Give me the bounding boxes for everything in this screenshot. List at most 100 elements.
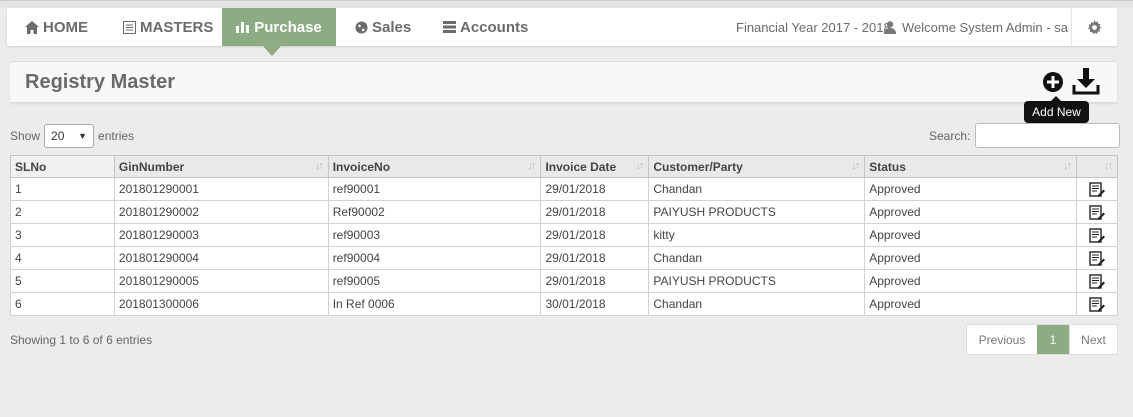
status-cell: Approved <box>864 200 1077 224</box>
page-title: Registry Master <box>25 71 176 93</box>
next-button[interactable]: Next <box>1069 325 1117 354</box>
edit-icon[interactable] <box>1089 250 1105 266</box>
column-header-invoiceno[interactable]: InvoiceNo ↓↑ <box>327 155 542 178</box>
column-header-slno[interactable]: SLNo <box>10 155 115 178</box>
customer-cell: kitty <box>648 223 866 247</box>
slno-cell: 5 <box>10 269 115 293</box>
main-navbar: HOME MASTERS Purchase Sales Accounts Fin… <box>7 8 1117 46</box>
gin-number-cell: 201801290003 <box>113 223 329 247</box>
nav-purchase[interactable]: Purchase <box>222 8 336 46</box>
action-cell <box>1075 269 1119 293</box>
table-row: 1 201801290001 ref90001 29/01/2018 Chandan Ap… <box>10 177 1119 201</box>
action-cell <box>1075 200 1119 224</box>
invoice-date-cell: 29/01/2018 <box>540 223 650 247</box>
column-header-customer[interactable]: Customer/Party ↓↑ <box>648 155 866 178</box>
invoice-date-cell: 29/01/2018 <box>540 246 650 270</box>
gin-number-cell: 201801290005 <box>113 269 329 293</box>
slno-cell: 6 <box>10 292 115 316</box>
edit-icon[interactable] <box>1089 227 1105 243</box>
entries-control: Show 20 ▼ entries <box>10 124 134 148</box>
invoice-no-cell: In Ref 0006 <box>327 292 542 316</box>
table-row: 5 201801290005 ref90005 29/01/2018 PAIYUSH P… <box>10 269 1119 293</box>
table-row: 3 201801290003 ref90003 29/01/2018 kitty Appr… <box>10 223 1119 247</box>
settings-button[interactable] <box>1071 8 1117 46</box>
browser-top-strip <box>0 0 1133 8</box>
user-menu[interactable]: Welcome System Admin - sa <box>884 8 1068 46</box>
show-label: Show <box>10 129 41 143</box>
entries-select[interactable]: 20 ▼ <box>44 124 95 148</box>
column-header-action[interactable]: ↓↑ <box>1075 155 1119 178</box>
download-icon[interactable] <box>1072 67 1100 95</box>
sort-icon: ↓↑ <box>314 160 324 172</box>
customer-cell: PAIYUSH PRODUCTS <box>648 269 866 293</box>
invoice-no-cell: Ref90002 <box>327 200 542 224</box>
customer-cell: Chandan <box>648 246 866 270</box>
invoice-no-cell: ref90003 <box>327 223 542 247</box>
invoice-date-cell: 29/01/2018 <box>540 200 650 224</box>
nav-sales-label: Sales <box>372 18 412 36</box>
add-new-tooltip: Add New <box>1024 96 1089 123</box>
nav-accounts[interactable]: Accounts <box>443 8 528 46</box>
table-info: Showing 1 to 6 of 6 entries <box>10 333 153 347</box>
status-cell: Approved <box>864 223 1077 247</box>
entries-label: entries <box>98 129 135 143</box>
edit-icon[interactable] <box>1089 296 1105 312</box>
sort-icon: ↓↑ <box>1062 160 1072 172</box>
active-nav-indicator <box>263 46 281 56</box>
list-icon <box>123 20 136 34</box>
edit-icon[interactable] <box>1089 181 1105 197</box>
search-label: Search: <box>929 128 971 143</box>
invoice-date-cell: 29/01/2018 <box>540 177 650 201</box>
add-new-icon[interactable] <box>1042 71 1064 93</box>
invoice-no-cell: ref90001 <box>327 177 542 201</box>
status-cell: Approved <box>864 177 1077 201</box>
entries-value: 20 <box>51 129 65 143</box>
customer-cell: PAIYUSH PRODUCTS <box>648 200 866 224</box>
nav-masters-label: MASTERS <box>140 18 214 36</box>
invoice-no-cell: ref90004 <box>327 246 542 270</box>
table-row: 4 201801290004 ref90004 29/01/2018 Chandan Ap… <box>10 246 1119 270</box>
gin-number-cell: 201801290001 <box>113 177 329 201</box>
nav-masters[interactable]: MASTERS <box>123 8 213 46</box>
invoice-no-cell: ref90005 <box>327 269 542 293</box>
search-control: Search: <box>929 123 1121 148</box>
gin-number-cell: 201801290002 <box>113 200 329 224</box>
gear-icon <box>1088 19 1102 34</box>
page-1-button[interactable]: 1 <box>1037 325 1069 354</box>
status-cell: Approved <box>864 246 1077 270</box>
column-header-invoice-date[interactable]: Invoice Date ↓↑ <box>540 155 650 178</box>
status-cell: Approved <box>864 292 1077 316</box>
action-cell <box>1075 177 1119 201</box>
server-icon <box>443 21 456 33</box>
gin-number-cell: 201801290004 <box>113 246 329 270</box>
customer-cell: Chandan <box>648 177 866 201</box>
financial-year: Financial Year 2017 - 2018 <box>736 19 891 35</box>
slno-cell: 1 <box>10 177 115 201</box>
home-icon <box>25 20 39 34</box>
column-header-ginnumber[interactable]: GinNumber ↓↑ <box>113 155 329 178</box>
table-row: 2 201801290002 Ref90002 29/01/2018 PAIYUSH P… <box>10 200 1119 224</box>
globe-icon <box>355 21 368 33</box>
customer-cell: Chandan <box>648 292 866 316</box>
sort-icon: ↓↑ <box>851 160 860 172</box>
slno-cell: 2 <box>10 200 115 224</box>
registry-table: SLNo GinNumber ↓↑ InvoiceNo ↓↑ Invoice Dat… <box>10 155 1119 316</box>
sort-icon: ↓↑ <box>527 160 536 172</box>
edit-icon[interactable] <box>1089 204 1105 220</box>
chevron-down-icon: ▼ <box>78 131 88 141</box>
action-cell <box>1075 246 1119 270</box>
search-input[interactable] <box>975 123 1121 148</box>
table-row: 6 201801300006 In Ref 0006 30/01/2018 Chanda… <box>10 292 1119 316</box>
previous-button[interactable]: Previous <box>967 325 1037 354</box>
nav-sales[interactable]: Sales <box>355 8 411 46</box>
user-icon <box>884 20 896 34</box>
nav-purchase-label: Purchase <box>254 18 322 36</box>
nav-home[interactable]: HOME <box>25 8 88 46</box>
column-header-status[interactable]: Status ↓↑ <box>864 155 1077 178</box>
sort-icon: ↓↑ <box>1104 160 1113 172</box>
sort-icon: ↓↑ <box>635 160 644 172</box>
bar-chart-icon <box>236 22 250 33</box>
edit-icon[interactable] <box>1089 273 1105 289</box>
slno-cell: 3 <box>10 223 115 247</box>
invoice-date-cell: 29/01/2018 <box>540 269 650 293</box>
